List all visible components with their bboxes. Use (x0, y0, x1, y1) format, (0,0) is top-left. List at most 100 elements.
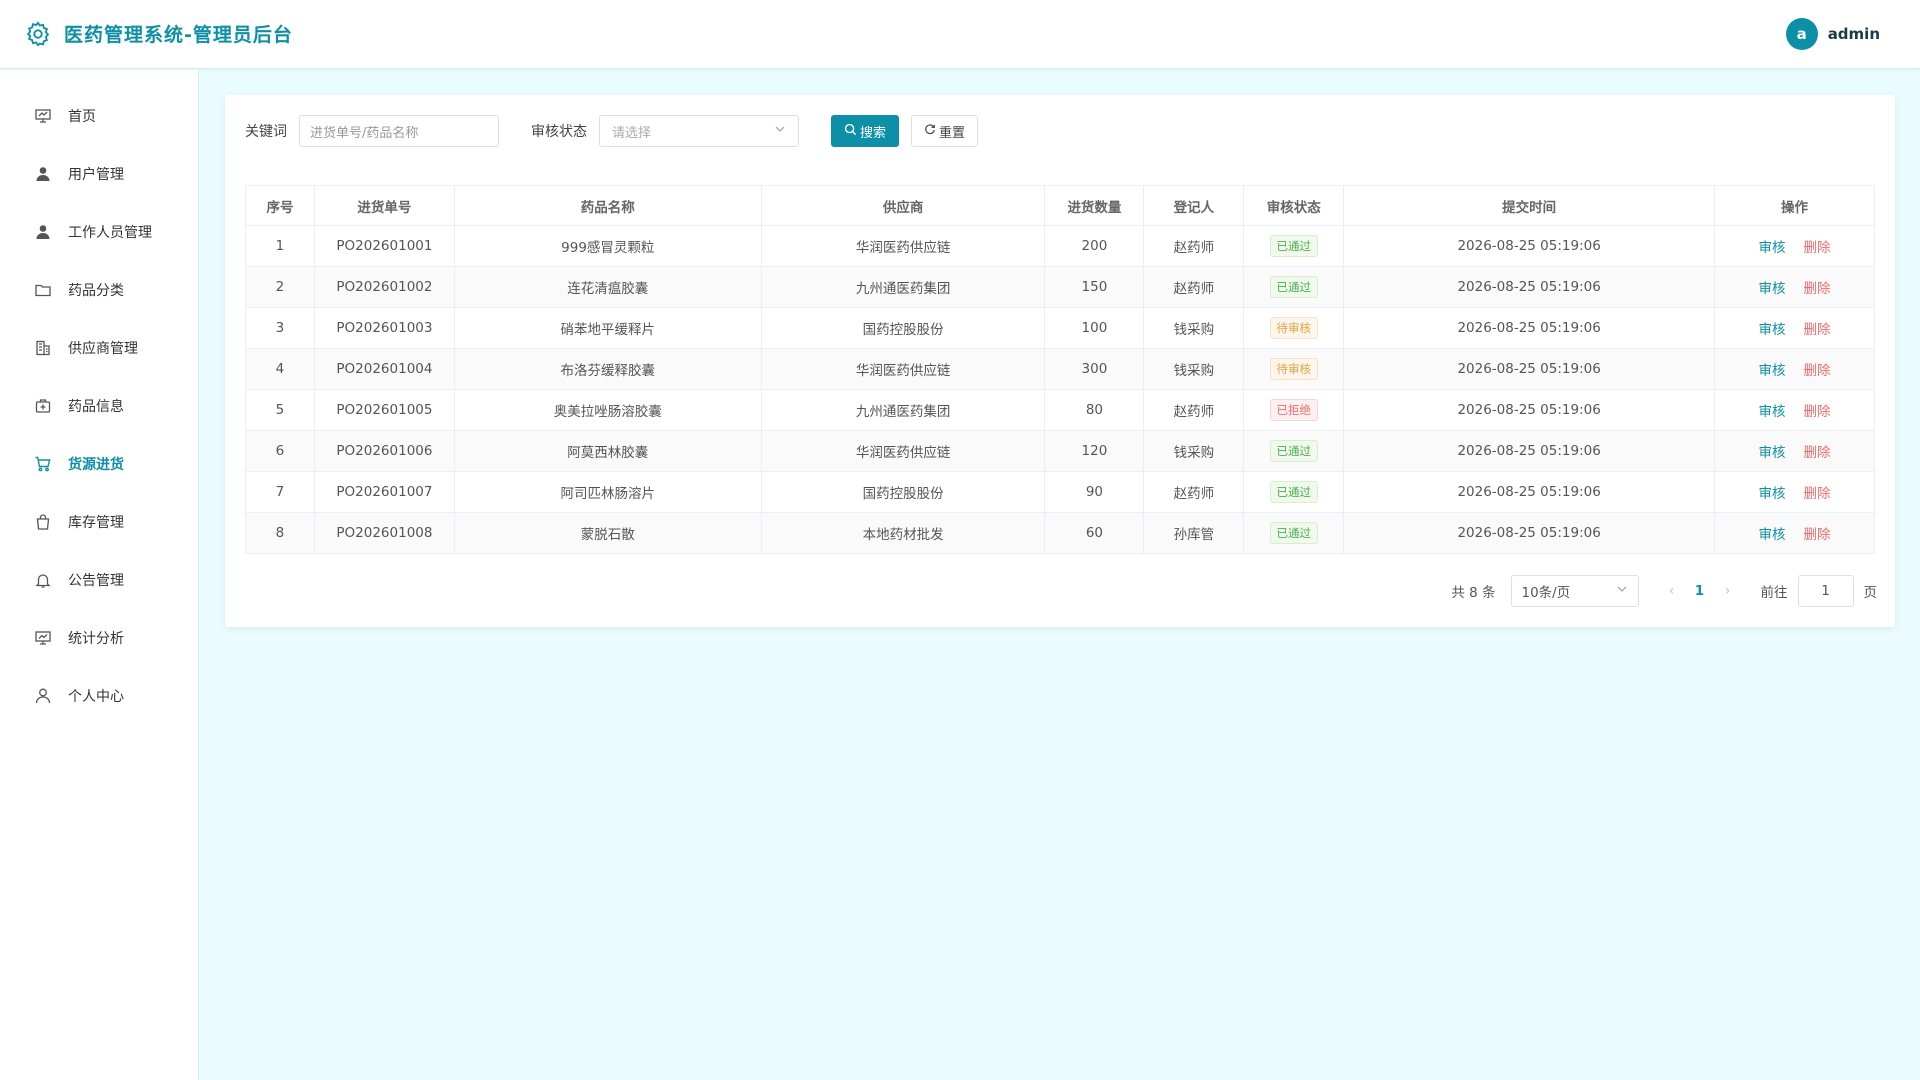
audit-link[interactable]: 审核 (1759, 322, 1786, 338)
status-select[interactable]: 请选择 (599, 115, 799, 147)
sidebar-item[interactable]: 首页 (0, 87, 198, 145)
page-size-value: 10条/页 (1521, 585, 1571, 601)
chevron-down-icon (1616, 583, 1628, 599)
cell-time: 2026-08-25 05:19:06 (1343, 225, 1716, 267)
cell-status: 已拒绝 (1243, 389, 1345, 431)
cell-qty: 100 (1044, 307, 1145, 349)
search-button[interactable]: 搜索 (831, 115, 900, 147)
status-badge: 待审核 (1269, 317, 1319, 339)
status-label: 审核状态 (531, 124, 587, 140)
table-row: 5 PO202601005 奥美拉唑肠溶胶囊 九州通医药集团 80 赵药师 已拒绝 2026-… (245, 389, 1875, 431)
cell-actions: 审核 删除 (1714, 266, 1875, 308)
status-badge: 已通过 (1269, 440, 1319, 462)
sidebar-item[interactable]: 个人中心 (0, 667, 198, 725)
cell-qty: 60 (1044, 512, 1145, 554)
gear-icon (24, 20, 52, 48)
delete-link[interactable]: 删除 (1804, 240, 1831, 256)
cell-actions: 审核 删除 (1714, 307, 1875, 349)
sidebar-item-label: 药品信息 (68, 399, 124, 415)
sidebar-item[interactable]: 用户管理 (0, 145, 198, 203)
sidebar-item[interactable]: 供应商管理 (0, 319, 198, 377)
cell-time: 2026-08-25 05:19:06 (1343, 266, 1716, 308)
audit-link[interactable]: 审核 (1759, 527, 1786, 543)
cell-no: 1 (245, 225, 315, 267)
cell-time: 2026-08-25 05:19:06 (1343, 348, 1716, 390)
cell-registrar: 赵药师 (1143, 471, 1245, 513)
delete-link[interactable]: 删除 (1804, 527, 1831, 543)
cell-no: 3 (245, 307, 315, 349)
table-row: 4 PO202601004 布洛芬缓释胶囊 华润医药供应链 300 钱采购 待审核 2026-… (245, 348, 1875, 390)
cell-qty: 200 (1044, 225, 1145, 267)
delete-link[interactable]: 删除 (1804, 404, 1831, 420)
page-size-select[interactable]: 10条/页 (1510, 575, 1639, 607)
audit-link[interactable]: 审核 (1759, 404, 1786, 420)
cell-registrar: 赵药师 (1143, 266, 1245, 308)
cell-no: 7 (245, 471, 315, 513)
sidebar-item[interactable]: 货源进货 (0, 435, 198, 493)
audit-link[interactable]: 审核 (1759, 363, 1786, 379)
cell-time: 2026-08-25 05:19:06 (1343, 430, 1716, 472)
cell-status: 已通过 (1243, 225, 1345, 267)
cell-qty: 90 (1044, 471, 1145, 513)
cell-supplier: 华润医药供应链 (760, 348, 1046, 390)
audit-link[interactable]: 审核 (1759, 240, 1786, 256)
audit-link[interactable]: 审核 (1759, 281, 1786, 297)
delete-link[interactable]: 删除 (1804, 322, 1831, 338)
cart-icon (34, 455, 52, 473)
audit-link[interactable]: 审核 (1759, 486, 1786, 502)
user-icon (34, 165, 52, 183)
refresh-icon (924, 123, 936, 139)
sidebar-item[interactable]: 统计分析 (0, 609, 198, 667)
keyword-placeholder: 进货单号/药品名称 (310, 125, 419, 141)
cell-drug: 999感冒灵颗粒 (453, 225, 762, 267)
cell-supplier: 本地药材批发 (760, 512, 1046, 554)
cell-status: 已通过 (1243, 512, 1345, 554)
keyword-input[interactable]: 进货单号/药品名称 (299, 115, 499, 147)
next-page-icon[interactable]: › (1717, 583, 1739, 599)
cell-order: PO202601008 (313, 512, 455, 554)
cell-supplier: 华润医药供应链 (760, 225, 1046, 267)
delete-link[interactable]: 删除 (1804, 445, 1831, 461)
delete-link[interactable]: 删除 (1804, 281, 1831, 297)
cell-drug: 蒙脱石散 (453, 512, 762, 554)
sidebar-item[interactable]: 药品分类 (0, 261, 198, 319)
audit-link[interactable]: 审核 (1759, 445, 1786, 461)
cell-drug: 布洛芬缓释胶囊 (453, 348, 762, 390)
table-header-row: 序号 进货单号 药品名称 供应商 进货数量 登记人 审核状态 提交时间 操作 (245, 185, 1875, 226)
user-icon (34, 223, 52, 241)
cell-order: PO202601002 (313, 266, 455, 308)
avatar[interactable]: a (1785, 18, 1818, 50)
status-badge: 已拒绝 (1269, 399, 1319, 421)
cell-no: 6 (245, 430, 315, 472)
status-badge: 已通过 (1269, 276, 1319, 298)
column-header: 序号 (245, 185, 315, 226)
sidebar-item[interactable]: 公告管理 (0, 551, 198, 609)
filter-bar: 关键词 进货单号/药品名称 审核状态 请选择 搜索 重置 (245, 115, 979, 147)
username[interactable]: admin (1828, 25, 1880, 43)
goto-page-input[interactable]: 1 (1797, 575, 1854, 607)
total-count: 共 8 条 (1451, 585, 1496, 601)
user-menu[interactable]: a admin (1785, 18, 1880, 50)
table-row: 2 PO202601002 连花清瘟胶囊 九州通医药集团 150 赵药师 已通过 2026-0… (245, 266, 1875, 308)
sidebar-item-label: 工作人员管理 (68, 225, 152, 241)
table-row: 6 PO202601006 阿莫西林胶囊 华润医药供应链 120 钱采购 已通过 2026-0… (245, 430, 1875, 472)
delete-link[interactable]: 删除 (1804, 363, 1831, 379)
cell-qty: 300 (1044, 348, 1145, 390)
sidebar-item-label: 货源进货 (68, 457, 124, 473)
cell-actions: 审核 删除 (1714, 512, 1875, 554)
sidebar-item[interactable]: 工作人员管理 (0, 203, 198, 261)
sidebar-item-label: 用户管理 (68, 167, 124, 183)
sidebar-item[interactable]: 药品信息 (0, 377, 198, 435)
prev-page-icon[interactable]: ‹ (1661, 583, 1683, 599)
page-number-current[interactable]: 1 (1683, 583, 1717, 599)
reset-button[interactable]: 重置 (911, 115, 979, 147)
cell-drug: 阿莫西林胶囊 (453, 430, 762, 472)
table-row: 7 PO202601007 阿司匹林肠溶片 国药控股股份 90 赵药师 已通过 2026-08… (245, 471, 1875, 513)
cell-time: 2026-08-25 05:19:06 (1343, 389, 1716, 431)
cell-status: 已通过 (1243, 471, 1345, 513)
delete-link[interactable]: 删除 (1804, 486, 1831, 502)
sidebar-item[interactable]: 库存管理 (0, 493, 198, 551)
cell-status: 待审核 (1243, 348, 1345, 390)
purchase-table: 序号 进货单号 药品名称 供应商 进货数量 登记人 审核状态 提交时间 操作 1 PO202601… (245, 185, 1875, 554)
sidebar-item-label: 供应商管理 (68, 341, 138, 357)
